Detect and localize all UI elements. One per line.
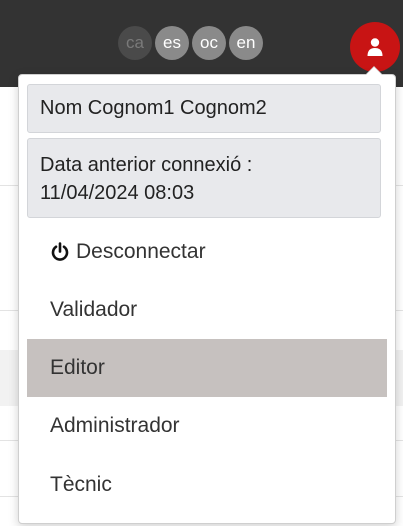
logout-label: Desconnectar [76, 240, 206, 263]
role-item-tecnic[interactable]: Tècnic [27, 456, 387, 514]
language-selector: ca es oc en [118, 26, 263, 60]
language-ca: ca [118, 26, 152, 60]
role-item-validador[interactable]: Validador [27, 281, 387, 339]
last-login-label: Data anterior connexió : [40, 154, 253, 176]
user-name: Nom Cognom1 Cognom2 [27, 84, 381, 133]
last-login-info: Data anterior connexió : 11/04/2024 08:0… [27, 138, 381, 218]
language-oc[interactable]: oc [192, 26, 226, 60]
user-menu-button[interactable] [350, 22, 400, 72]
power-icon [50, 242, 70, 262]
language-en[interactable]: en [229, 26, 263, 60]
user-dropdown-menu: Nom Cognom1 Cognom2 Data anterior connex… [18, 66, 396, 524]
role-item-administrador[interactable]: Administrador [27, 397, 387, 455]
language-es[interactable]: es [155, 26, 189, 60]
last-login-value: 11/04/2024 08:03 [40, 182, 195, 204]
logout-menu-item[interactable]: Desconnectar [27, 223, 387, 281]
role-item-editor[interactable]: Editor [27, 339, 387, 397]
user-icon [367, 38, 383, 56]
